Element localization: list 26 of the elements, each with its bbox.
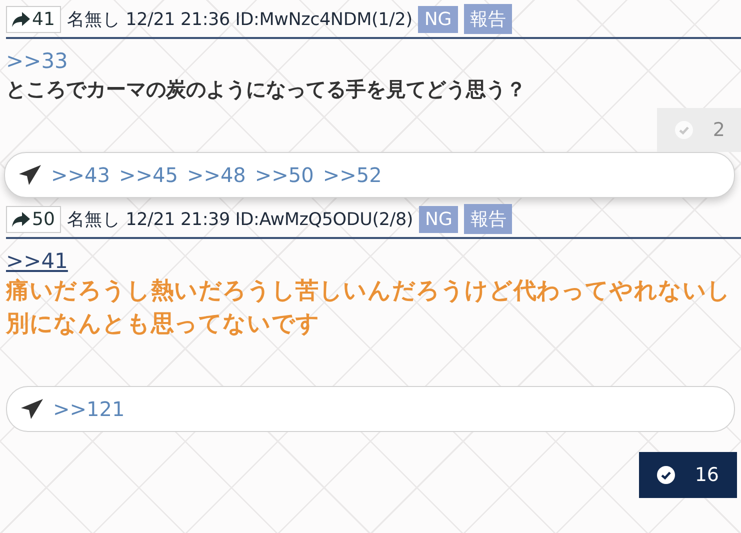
paper-plane-icon (21, 398, 43, 419)
share-arrow-icon (12, 212, 30, 226)
post-number[interactable]: 50 (6, 206, 61, 232)
check-circle-icon (674, 121, 693, 139)
ng-button[interactable]: NG (419, 206, 458, 232)
reply-link[interactable]: >>50 (254, 163, 314, 187)
check-circle-icon (656, 466, 675, 484)
report-button[interactable]: 報告 (464, 4, 512, 34)
anchor-link[interactable]: >>41 (6, 249, 68, 273)
reply-link[interactable]: >>48 (186, 163, 246, 187)
post-number[interactable]: 41 (6, 6, 61, 32)
reply-link[interactable]: >>52 (322, 163, 382, 187)
post-meta: 名無し 12/21 21:39 ID:AwMzQ5ODU(2/8) (66, 209, 414, 231)
reply-link[interactable]: >>45 (118, 163, 178, 187)
like-button[interactable]: 16 (638, 452, 737, 498)
post-text: ところでカーマの炭のようになってる手を見てどう思う？ (6, 76, 527, 103)
anchor-link[interactable]: >>33 (6, 49, 68, 73)
like-button[interactable]: 2 (656, 108, 741, 152)
report-button[interactable]: 報告 (464, 204, 512, 234)
ng-button[interactable]: NG (418, 6, 458, 32)
reply-link[interactable]: >>43 (51, 163, 110, 187)
reply-link[interactable]: >>121 (53, 396, 125, 421)
share-arrow-icon (12, 12, 30, 26)
post-text: 痛いだろうし熱いだろうし苦しいんだろうけど代わってやれないし 別になんとも思ってないです (6, 277, 732, 340)
post-meta: 名無し 12/21 21:36 ID:MwNzc4NDM(1/2) (66, 9, 412, 31)
paper-plane-icon (19, 165, 41, 185)
